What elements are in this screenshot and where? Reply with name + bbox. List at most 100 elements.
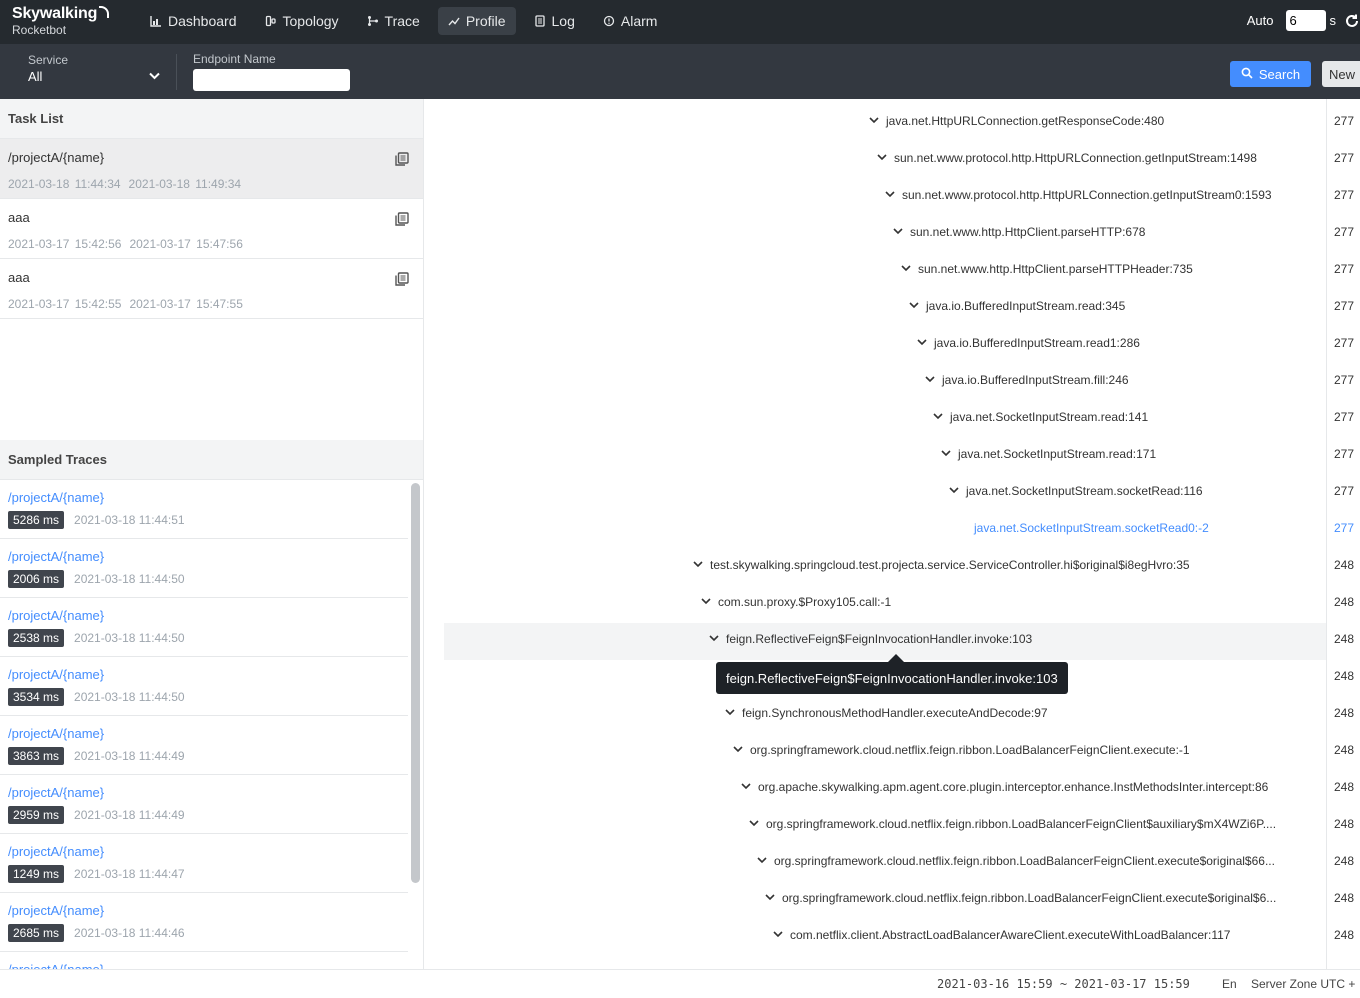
stack-element[interactable]: org.springframework.cloud.netflix.feign.… — [746, 805, 1276, 842]
stack-element[interactable]: java.io.BufferedInputStream.fill:246 — [922, 361, 1129, 398]
chevron-down-icon[interactable] — [882, 191, 898, 198]
trace-endpoint[interactable]: /projectA/{name} — [8, 903, 400, 918]
stack-element[interactable]: java.net.HttpURLConnection.getResponseCo… — [866, 102, 1164, 139]
chevron-down-icon[interactable] — [890, 228, 906, 235]
trace-endpoint[interactable]: /projectA/{name} — [8, 962, 400, 969]
stack-element-label: java.net.SocketInputStream.socketRead0:-… — [974, 520, 1209, 535]
stack-element-label: java.net.SocketInputStream.read:171 — [958, 446, 1157, 461]
task-item[interactable]: aaa 2021-03-17 15:42:56 2021-03-17 15:47:… — [0, 199, 423, 259]
chevron-down-icon[interactable] — [922, 376, 938, 383]
chevron-down-icon[interactable] — [690, 561, 706, 568]
chevron-down-icon[interactable] — [730, 746, 746, 753]
stack-element[interactable]: org.springframework.cloud.netflix.feign.… — [754, 842, 1275, 879]
trace-item[interactable]: /projectA/{name} 5286 ms 2021-03-18 11:44:… — [0, 480, 408, 539]
nav-alarm[interactable]: Alarm — [593, 7, 668, 35]
trace-endpoint[interactable]: /projectA/{name} — [8, 785, 400, 800]
task-end: 2021-03-17 15:47:56 — [129, 237, 243, 251]
chevron-down-icon[interactable] — [930, 413, 946, 420]
chevron-down-icon[interactable] — [874, 154, 890, 161]
trace-endpoint[interactable]: /projectA/{name} — [8, 608, 400, 623]
trace-item[interactable]: /projectA/{name} 2685 ms 2021-03-18 11:44:… — [0, 893, 408, 952]
time-range[interactable]: 2021-03-16 15:59 ~ 2021-03-17 15:59 — [937, 977, 1190, 991]
chevron-down-icon[interactable] — [706, 635, 722, 642]
trace-item[interactable]: /projectA/{name} 2006 ms 2021-03-18 11:44:… — [0, 539, 408, 598]
stack-element[interactable]: org.apache.skywalking.apm.agent.core.plu… — [738, 768, 1268, 805]
chevron-down-icon[interactable] — [914, 339, 930, 346]
chevron-down-icon[interactable] — [738, 783, 754, 790]
chevron-down-icon[interactable] — [754, 857, 770, 864]
task-list-header: Task List — [0, 99, 423, 139]
trace-endpoint[interactable]: /projectA/{name} — [8, 726, 400, 741]
stack-count: 248 — [1334, 557, 1355, 572]
task-detail-icon[interactable] — [395, 152, 409, 171]
chevron-down-icon[interactable] — [898, 265, 914, 272]
stack-element[interactable]: java.net.SocketInputStream.read:171 — [938, 435, 1156, 472]
trace-endpoint[interactable]: /projectA/{name} — [8, 844, 400, 859]
stack-count: 277 — [1334, 298, 1355, 313]
stack-element[interactable]: java.io.BufferedInputStream.read:345 — [906, 287, 1125, 324]
stack-element[interactable]: java.net.SocketInputStream.socketRead:11… — [946, 472, 1203, 509]
chevron-down-icon[interactable] — [770, 931, 786, 938]
stack-element[interactable]: sun.net.www.protocol.http.HttpURLConnect… — [882, 176, 1272, 213]
task-start: 2021-03-17 15:42:55 — [8, 297, 122, 311]
auto-interval-input[interactable] — [1285, 10, 1326, 31]
stack-element[interactable]: java.io.BufferedInputStream.read1:286 — [914, 324, 1140, 361]
service-select[interactable]: Service All — [28, 53, 160, 84]
chevron-down-icon[interactable] — [722, 709, 738, 716]
stack-element-label: org.apache.skywalking.apm.agent.core.plu… — [758, 779, 1269, 794]
chevron-down-icon[interactable] — [938, 450, 954, 457]
stack-element[interactable]: com.netflix.client.AbstractLoadBalancerA… — [770, 916, 1230, 953]
endpoint-name-input[interactable] — [193, 69, 350, 91]
stack-element[interactable]: feign.ReflectiveFeign$FeignInvocationHan… — [706, 620, 1032, 657]
trace-item[interactable]: /projectA/{name} 3534 ms 2021-03-18 11:44:… — [0, 657, 408, 716]
logo[interactable]: Skywalking Rocketbot — [12, 6, 110, 36]
trace-endpoint[interactable]: /projectA/{name} — [8, 549, 400, 564]
stack-element[interactable]: test.skywalking.springcloud.test.project… — [690, 546, 1190, 583]
chevron-down-icon[interactable] — [746, 820, 762, 827]
trace-item[interactable]: /projectA/{name} 1249 ms 2021-03-18 11:44:… — [0, 834, 408, 893]
reload-icon[interactable] — [1344, 13, 1360, 29]
chevron-down-icon[interactable] — [866, 117, 882, 124]
traces-scrollbar[interactable] — [411, 483, 420, 883]
task-detail-icon[interactable] — [395, 272, 409, 291]
task-item[interactable]: /projectA/{name} 2021-03-18 11:44:34 2021… — [0, 139, 423, 199]
stack-element[interactable]: sun.net.www.protocol.http.HttpURLConnect… — [874, 139, 1257, 176]
stack-element[interactable]: org.springframework.cloud.netflix.feign.… — [730, 731, 1190, 768]
chevron-down-icon[interactable] — [906, 302, 922, 309]
stack-count: 248 — [1334, 742, 1355, 757]
nav-topology[interactable]: Topology — [255, 7, 349, 35]
stack-element[interactable]: sun.net.www.http.HttpClient.parseHTTP:67… — [890, 213, 1145, 250]
trace-time: 2021-03-18 11:44:50 — [74, 631, 185, 645]
stack-element[interactable]: org.springframework.cloud.netflix.feign.… — [762, 879, 1276, 916]
task-detail-icon[interactable] — [395, 212, 409, 231]
trace-item[interactable]: /projectA/{name} 3863 ms 2021-03-18 11:44:… — [0, 716, 408, 775]
chevron-down-icon[interactable] — [946, 487, 962, 494]
nav-trace[interactable]: Trace — [357, 7, 430, 35]
stack-element-label: sun.net.www.http.HttpClient.parseHTTP:67… — [910, 224, 1146, 239]
chevron-down-icon[interactable] — [698, 598, 714, 605]
stack-element-label: com.sun.proxy.$Proxy105.call:-1 — [718, 594, 892, 609]
stack-element[interactable]: feign.SynchronousMethodHandler.executeAn… — [722, 694, 1048, 731]
stack-element[interactable]: com.sun.proxy.$Proxy105.call:-1 — [698, 583, 891, 620]
nav-profile[interactable]: Profile — [437, 7, 516, 35]
trace-item[interactable]: /projectA/{name} 2538 ms 2021-03-18 11:44:… — [0, 598, 408, 657]
nav-log[interactable]: Log — [524, 7, 585, 35]
trace-meta: 2959 ms 2021-03-18 11:44:49 — [8, 806, 400, 824]
language-toggle[interactable]: En — [1222, 977, 1237, 991]
stack-element[interactable]: java.net.SocketInputStream.read:141 — [930, 398, 1148, 435]
task-start: 2021-03-17 15:42:56 — [8, 237, 122, 251]
stack-element[interactable]: java.net.SocketInputStream.socketRead0:-… — [954, 509, 1209, 546]
nav-dashboard[interactable]: Dashboard — [140, 7, 247, 35]
search-button[interactable]: Search — [1230, 61, 1311, 87]
task-item[interactable]: aaa 2021-03-17 15:42:55 2021-03-17 15:47:… — [0, 259, 423, 319]
stack-element[interactable]: sun.net.www.http.HttpClient.parseHTTPHea… — [898, 250, 1193, 287]
trace-endpoint[interactable]: /projectA/{name} — [8, 490, 400, 505]
duration-badge: 2959 ms — [8, 806, 65, 824]
task-start: 2021-03-18 11:44:34 — [8, 177, 121, 191]
trace-item[interactable]: /projectA/{name} — [0, 952, 408, 969]
trace-endpoint[interactable]: /projectA/{name} — [8, 667, 400, 682]
new-task-button[interactable]: New — [1322, 61, 1360, 87]
chevron-down-icon[interactable] — [762, 894, 778, 901]
stack-count: 277 — [1334, 409, 1355, 424]
trace-item[interactable]: /projectA/{name} 2959 ms 2021-03-18 11:44:… — [0, 775, 408, 834]
